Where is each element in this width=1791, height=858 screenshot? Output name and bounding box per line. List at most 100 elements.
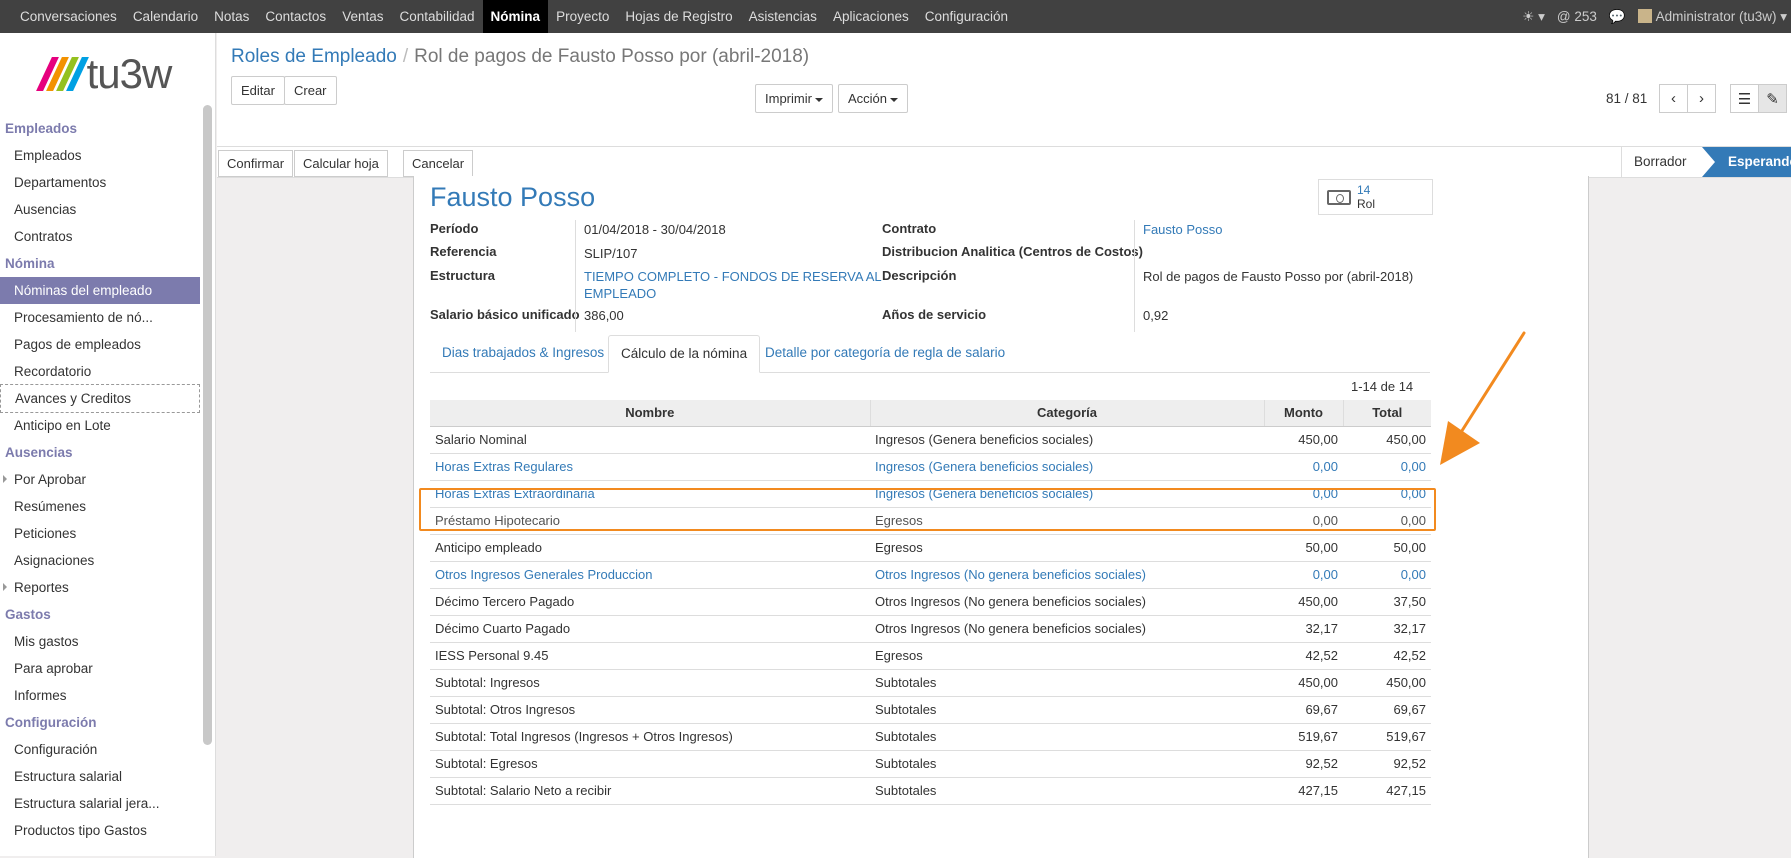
print-dropdown[interactable]: Imprimir [755, 84, 833, 113]
column-header-nombre[interactable]: Nombre [430, 400, 871, 427]
money-icon [1327, 190, 1351, 205]
tab-dias-trabajados-ingresos[interactable]: Dias trabajados & Ingresos [430, 335, 616, 373]
column-header-monto[interactable]: Monto [1264, 400, 1344, 427]
descripcion-value: Rol de pagos de Fausto Posso por (abril-… [1143, 269, 1414, 284]
create-button[interactable]: Crear [284, 76, 337, 105]
table-row[interactable]: Subtotal: Salario Neto a recibir Subtotal… [430, 777, 1431, 805]
sidebar-item-label: Empleados [14, 148, 82, 163]
sidebar-item-informes[interactable]: Informes [0, 682, 215, 709]
sidebar-item-recordatorio[interactable]: Recordatorio [0, 358, 215, 385]
sidebar-section-empleados: Empleados [5, 121, 78, 136]
topnav-item-nomina[interactable]: Nómina [482, 0, 549, 33]
pager-next-button[interactable]: › [1687, 84, 1716, 113]
cell-category: Subtotales [870, 777, 1264, 805]
sidebar-item-reportes[interactable]: Reportes [0, 574, 215, 601]
sidebar-item-ausencias[interactable]: Ausencias [0, 196, 215, 223]
cell-amount: 50,00 [1264, 534, 1343, 562]
sidebar-item-nominas-del-empleado[interactable]: Nóminas del empleado [0, 277, 200, 304]
action-dropdown[interactable]: Acción [838, 84, 909, 113]
table-row[interactable]: Horas Extras Regulares Ingresos (Genera b… [430, 453, 1431, 481]
breadcrumb-parent[interactable]: Roles de Empleado [231, 46, 397, 67]
bug-icon[interactable]: ☀ ▾ [1522, 9, 1545, 25]
topnav-item-conversaciones[interactable]: Conversaciones [12, 0, 125, 33]
tab-detalle-por-categoria-de-regla-de-salario[interactable]: Detalle por categoría de regla de salari… [753, 335, 1017, 373]
cell-total: 37,50 [1343, 588, 1431, 616]
sidebar-item-procesamiento-de-no[interactable]: Procesamiento de nó... [0, 304, 215, 331]
sidebar-item-asignaciones[interactable]: Asignaciones [0, 547, 215, 574]
breadcrumb-separator: / [402, 46, 409, 67]
sidebar-item-estructura-salarial-jera[interactable]: Estructura salarial jera... [0, 790, 215, 817]
tab-calculo-de-la-nomina[interactable]: Cálculo de la nómina [608, 335, 761, 373]
periodo-value: 01/04/2018 - 30/04/2018 [584, 222, 726, 237]
sidebar-item-para-aprobar[interactable]: Para aprobar [0, 655, 215, 682]
pager-previous-button[interactable]: ‹ [1659, 84, 1688, 113]
sidebar-item-anticipo-en-lote[interactable]: Anticipo en Lote [0, 412, 215, 439]
cell-category: Otros Ingresos (No genera beneficios soc… [870, 588, 1264, 616]
sidebar-item-por-aprobar[interactable]: Por Aprobar [0, 466, 215, 493]
column-header-categoria[interactable]: Categoría [870, 400, 1265, 427]
estructura-value-line2[interactable]: EMPLEADO [584, 286, 656, 301]
record-count: 1-14 de 14 [1351, 379, 1414, 394]
table-row[interactable]: Subtotal: Total Ingresos (Ingresos + Otr… [430, 723, 1431, 751]
column-header-total[interactable]: Total [1343, 400, 1431, 427]
table-row[interactable]: Subtotal: Ingresos Subtotales 450,00 450,00 [430, 669, 1431, 697]
sidebar-item-label: Peticiones [14, 526, 77, 541]
topnav-item-ventas[interactable]: Ventas [334, 0, 391, 33]
estructura-value-line1[interactable]: TIEMPO COMPLETO - FONDOS DE RESERVA AL [584, 269, 882, 284]
topnav-item-asistencias[interactable]: Asistencias [741, 0, 825, 33]
list-view-button[interactable]: ☰ [1730, 84, 1759, 113]
cell-category: Subtotales [870, 750, 1264, 778]
sidebar-item-mis-gastos[interactable]: Mis gastos [0, 628, 215, 655]
table-row[interactable]: Salario Nominal Ingresos (Genera benefici… [430, 426, 1431, 454]
sidebar-item-estructura-salarial[interactable]: Estructura salarial [0, 763, 215, 790]
sidebar-item-departamentos[interactable]: Departamentos [0, 169, 215, 196]
sidebar-scrollbar[interactable] [203, 105, 212, 745]
company-logo[interactable]: tu3w [0, 33, 215, 115]
topnav-item-notas[interactable]: Notas [206, 0, 257, 33]
cell-name: Salario Nominal [430, 426, 870, 454]
confirm-button[interactable]: Confirmar [218, 150, 294, 177]
topnav-item-contactos[interactable]: Contactos [257, 0, 334, 33]
table-row[interactable]: Subtotal: Egresos Subtotales 92,52 92,52 [430, 750, 1431, 778]
sidebar-item-configuracion[interactable]: Configuración [0, 736, 215, 763]
form-statusbar: Confirmar Calcular hoja Cancelar Borrado… [217, 147, 1791, 178]
stage-draft[interactable]: Borrador [1621, 147, 1702, 177]
sidebar-item-pagos-de-empleados[interactable]: Pagos de empleados [0, 331, 215, 358]
sidebar-item-label: Resúmenes [14, 499, 87, 514]
sidebar-item-resumenes[interactable]: Resúmenes [0, 493, 215, 520]
table-row[interactable]: Décimo Cuarto Pagado Otros Ingresos (No g… [430, 615, 1431, 643]
sidebar-item-empleados[interactable]: Empleados [0, 142, 215, 169]
contrato-value[interactable]: Fausto Posso [1143, 222, 1223, 237]
cancel-button[interactable]: Cancelar [403, 150, 474, 177]
cell-total: 450,00 [1343, 669, 1431, 697]
table-row[interactable]: IESS Personal 9.45 Egresos 42,52 42,52 [430, 642, 1431, 670]
topnav-item-calendario[interactable]: Calendario [125, 0, 206, 33]
table-row[interactable]: Anticipo empleado Egresos 50,00 50,00 [430, 534, 1431, 562]
cell-category: Egresos [870, 642, 1264, 670]
sidebar-item-peticiones[interactable]: Peticiones [0, 520, 215, 547]
table-row[interactable]: Décimo Tercero Pagado Otros Ingresos (No … [430, 588, 1431, 616]
topnav-item-hojas-de-registro[interactable]: Hojas de Registro [617, 0, 740, 33]
table-row[interactable]: Subtotal: Otros Ingresos Subtotales 69,67 6… [430, 696, 1431, 724]
user-menu[interactable]: Administrator (tu3w) ▾ [1637, 8, 1787, 25]
topnav-item-proyecto[interactable]: Proyecto [548, 0, 617, 33]
topnav-item-contabilidad[interactable]: Contabilidad [391, 0, 482, 33]
avatar [1637, 8, 1652, 23]
mentions-counter[interactable]: @ 253 [1557, 9, 1597, 24]
edit-button[interactable]: Editar [231, 76, 285, 105]
table-row[interactable]: Otros Ingresos Generales Produccion Otros… [430, 561, 1431, 589]
pager-value[interactable]: 81 / 81 [1606, 91, 1647, 106]
cell-total: 32,17 [1343, 615, 1431, 643]
form-view-button[interactable]: ✎ [1758, 84, 1787, 113]
sidebar-item-contratos[interactable]: Contratos [0, 223, 215, 250]
topnav-item-configuracion[interactable]: Configuración [917, 0, 1016, 33]
payslip-stat-button[interactable]: 14 Rol [1318, 179, 1433, 215]
edit-form-icon: ✎ [1766, 90, 1779, 108]
sidebar-item-productos-tipo-gastos[interactable]: Productos tipo Gastos [0, 817, 215, 844]
sidebar-item-avances-y-creditos[interactable]: Avances y Creditos [0, 384, 200, 413]
logo-text: tu3w [86, 50, 173, 97]
stage-waiting[interactable]: Esperando [1702, 147, 1791, 177]
compute-sheet-button[interactable]: Calcular hoja [294, 150, 388, 177]
chat-icon[interactable]: 💬 [1609, 9, 1626, 25]
topnav-item-aplicaciones[interactable]: Aplicaciones [825, 0, 917, 33]
